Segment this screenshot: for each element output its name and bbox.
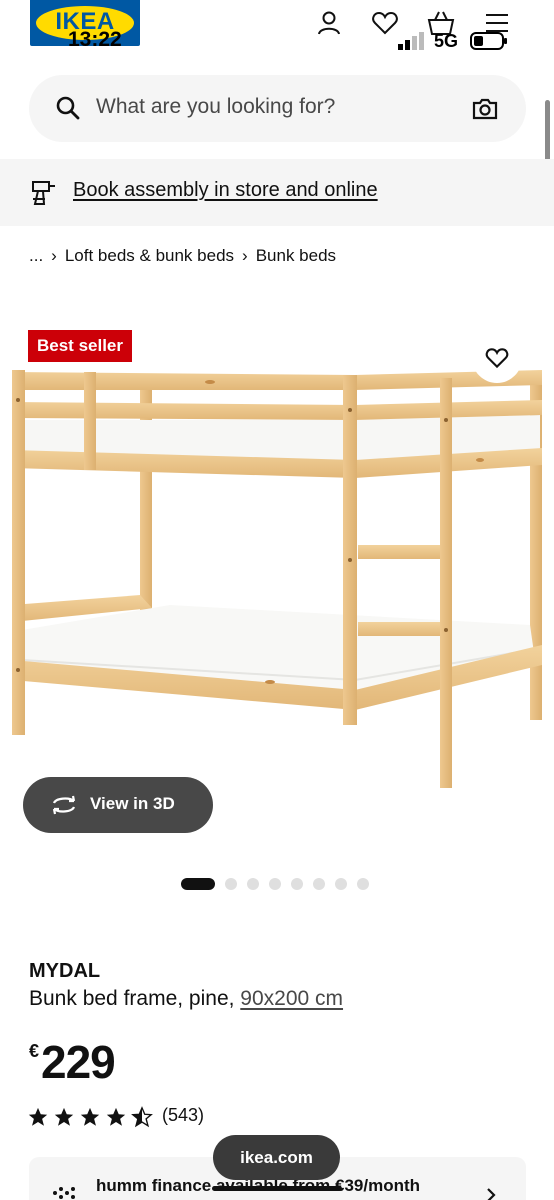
chevron-right-icon — [487, 1188, 496, 1200]
search-input[interactable] — [96, 95, 436, 119]
carousel-dot-active[interactable] — [181, 878, 215, 890]
book-assembly-link[interactable]: Book assembly in store and online — [73, 179, 378, 202]
status-time: 13:22 — [68, 28, 122, 51]
search-bar[interactable] — [29, 75, 526, 142]
product-name: MYDAL — [29, 960, 101, 982]
carousel-dot[interactable] — [335, 878, 347, 890]
price-currency: € — [29, 1041, 40, 1061]
account-icon[interactable] — [314, 8, 344, 38]
assembly-banner: Book assembly in store and online — [0, 159, 554, 226]
image-carousel-dots — [181, 878, 369, 890]
breadcrumb-loft-beds[interactable]: Loft beds & bunk beds — [65, 246, 234, 266]
best-seller-badge: Best seller — [28, 330, 132, 362]
home-indicator[interactable] — [212, 1186, 342, 1191]
chevron-right-icon: › — [242, 246, 248, 265]
rotate-3d-icon — [52, 795, 76, 815]
view-in-3d-button[interactable]: View in 3D — [23, 777, 213, 833]
carousel-dot[interactable] — [291, 878, 303, 890]
product-size-link[interactable]: 90x200 cm — [240, 987, 343, 1010]
humm-logo-icon — [53, 1187, 75, 1199]
network-label: 5G — [434, 31, 459, 51]
search-icon[interactable] — [55, 95, 81, 121]
star-full-icon — [80, 1107, 100, 1126]
battery-icon — [470, 32, 507, 50]
heart-icon[interactable] — [370, 8, 400, 38]
breadcrumb-ellipsis[interactable]: ... — [29, 246, 43, 266]
browser-url-pill[interactable]: ikea.com — [213, 1135, 340, 1180]
carousel-dot[interactable] — [357, 878, 369, 890]
drill-icon — [32, 181, 55, 205]
chevron-right-icon: › — [51, 246, 57, 265]
camera-icon[interactable] — [471, 95, 499, 123]
carousel-dot[interactable] — [247, 878, 259, 890]
star-half-icon — [131, 1106, 153, 1128]
product-description: Bunk bed frame, pine, 90x200 cm — [29, 987, 343, 1011]
signal-icon — [398, 32, 424, 50]
star-full-icon — [106, 1107, 126, 1126]
product-type: Bunk bed frame, pine, — [29, 987, 241, 1010]
carousel-dot[interactable] — [269, 878, 281, 890]
product-image[interactable] — [0, 360, 554, 800]
breadcrumb-bunk-beds[interactable]: Bunk beds — [256, 246, 336, 266]
breadcrumb: ... › Loft beds & bunk beds › Bunk beds — [29, 246, 336, 266]
star-full-icon — [28, 1107, 48, 1126]
header: IKEA 13:22 5G — [0, 0, 554, 62]
star-full-icon — [54, 1107, 74, 1126]
review-count[interactable]: (543) — [162, 1105, 204, 1126]
carousel-dot[interactable] — [225, 878, 237, 890]
heart-icon — [485, 348, 509, 369]
rating-stars[interactable] — [27, 1106, 153, 1128]
save-to-favourites-button[interactable] — [472, 333, 522, 383]
view-in-3d-label: View in 3D — [90, 794, 175, 813]
carousel-dot[interactable] — [313, 878, 325, 890]
price-amount: 229 — [41, 1036, 116, 1088]
